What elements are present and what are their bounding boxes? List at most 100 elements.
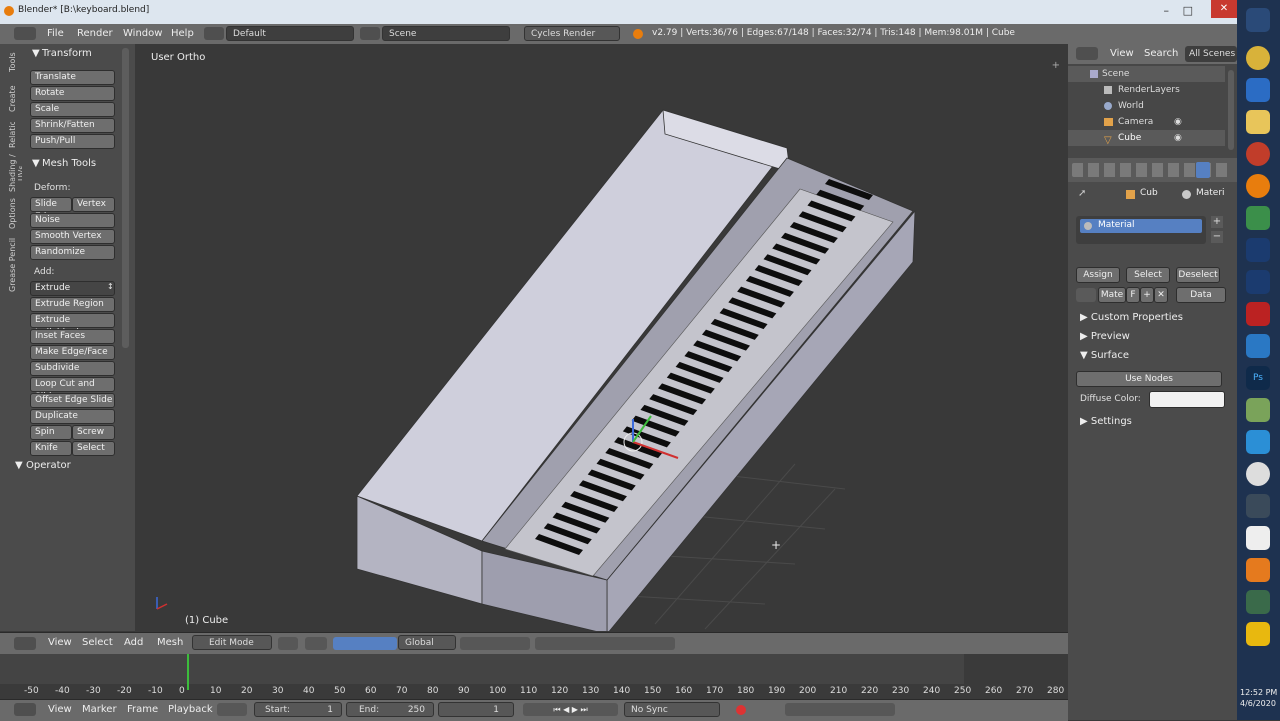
push-pull-button[interactable]: Push/Pull — [30, 134, 115, 149]
outliner-row-cube[interactable]: ▽ Cube ◉ — [1068, 130, 1225, 146]
start-frame-field[interactable]: Start: 1 — [254, 702, 342, 717]
search-icon[interactable] — [1246, 494, 1270, 518]
remove-slot-button[interactable]: − — [1211, 231, 1223, 243]
clock-date[interactable]: 4/6/2020 — [1240, 699, 1276, 708]
outliner-row-renderlayers[interactable]: RenderLayers — [1068, 82, 1225, 98]
app-icon[interactable] — [1246, 334, 1270, 358]
app-icon[interactable] — [1246, 398, 1270, 422]
operator-header[interactable]: Operator — [26, 460, 71, 471]
tab-create[interactable]: Create — [8, 82, 22, 116]
steam-icon[interactable] — [1246, 238, 1270, 262]
app-icon[interactable] — [1246, 206, 1270, 230]
fake-user-button[interactable]: F — [1126, 287, 1140, 303]
playback-controls[interactable]: ⏮ ◀ ▶ ⏭ — [523, 703, 618, 716]
preview-panel[interactable]: ▶ Preview — [1080, 331, 1130, 342]
knife-button[interactable]: Knife — [30, 441, 72, 456]
media-player-icon[interactable] — [1246, 78, 1270, 102]
tab-grease-pencil[interactable]: Grease Pencil — [8, 236, 22, 294]
extrude-region-button[interactable]: Extrude Region — [30, 297, 115, 312]
breadcrumb-object[interactable]: Cub — [1140, 188, 1158, 198]
outliner-menu-search[interactable]: Search — [1144, 48, 1178, 59]
app-icon[interactable] — [1246, 590, 1270, 614]
rotate-button[interactable]: Rotate — [30, 86, 115, 101]
editor-type-icon[interactable] — [14, 637, 36, 650]
scene-field[interactable]: Scene — [382, 26, 510, 41]
screw-button[interactable]: Screw — [72, 425, 115, 440]
unlink-material-button[interactable]: ✕ — [1154, 287, 1168, 303]
outliner-menu-view[interactable]: View — [1110, 48, 1134, 59]
scale-button[interactable]: Scale — [30, 102, 115, 117]
deselect-button[interactable]: Deselect — [1176, 267, 1220, 283]
menu-help[interactable]: Help — [171, 28, 194, 39]
vp-menu-mesh[interactable]: Mesh — [157, 637, 183, 648]
scene-icon[interactable] — [360, 27, 380, 40]
playhead[interactable] — [187, 654, 189, 690]
material-tab-icon[interactable] — [1196, 162, 1210, 178]
sync-dropdown[interactable]: No Sync — [624, 702, 720, 717]
minimize-button[interactable]: – — [1164, 4, 1170, 17]
data-link-dropdown[interactable]: Data — [1176, 287, 1226, 303]
transform-header[interactable]: Transform — [42, 48, 92, 59]
orientation-dropdown[interactable]: Global — [398, 635, 456, 650]
randomize-button[interactable]: Randomize — [30, 245, 115, 260]
tl-menu-view[interactable]: View — [48, 704, 72, 715]
outliner-scrollbar[interactable] — [1228, 70, 1234, 150]
app-icon[interactable] — [1246, 462, 1270, 486]
record-icon[interactable] — [736, 705, 746, 715]
chrome-icon[interactable] — [1246, 46, 1270, 70]
visibility-eye-icon[interactable]: ◉ — [1174, 130, 1182, 146]
app-icon[interactable] — [1246, 526, 1270, 550]
editor-type-icon[interactable] — [14, 27, 36, 40]
menu-file[interactable]: File — [47, 28, 64, 39]
timeline[interactable]: -50 -40 -30 -20 -10 0 10 20 30 40 50 60 70 80 90 100 110… — [0, 654, 1068, 700]
loop-cut-button[interactable]: Loop Cut and Slide — [30, 377, 115, 402]
keying-set-field[interactable] — [785, 703, 895, 716]
material-browse-icon[interactable] — [1076, 288, 1096, 302]
viewport-corner-plus-icon[interactable]: + — [1052, 60, 1060, 71]
tl-menu-playback[interactable]: Playback — [168, 704, 213, 715]
outliner-display-dropdown[interactable]: All Scenes — [1185, 46, 1237, 62]
outliner-editor-icon[interactable] — [1076, 47, 1098, 60]
layer-buttons[interactable] — [460, 637, 530, 650]
file-explorer-icon[interactable] — [1246, 110, 1270, 134]
custom-properties-panel[interactable]: ▶ Custom Properties — [1080, 312, 1183, 323]
pin-icon[interactable]: ➚ — [1078, 188, 1086, 199]
tab-options[interactable]: Options — [8, 198, 22, 230]
toolshelf-scrollbar[interactable] — [122, 48, 129, 348]
clock-time[interactable]: 12:52 PM — [1240, 688, 1277, 697]
shrink-fatten-button[interactable]: Shrink/Fatten — [30, 118, 115, 133]
end-frame-field[interactable]: End: 250 — [346, 702, 434, 717]
inset-faces-button[interactable]: Inset Faces — [30, 329, 115, 344]
app-icon[interactable] — [1246, 302, 1270, 326]
steam-icon[interactable] — [1246, 270, 1270, 294]
offset-edge-slide-button[interactable]: Offset Edge Slide — [30, 393, 115, 408]
tab-tools[interactable]: Tools — [8, 50, 22, 74]
render-engine-dropdown[interactable]: Cycles Render — [524, 26, 620, 41]
outliner-row-world[interactable]: World — [1068, 98, 1225, 114]
pivot-icon[interactable] — [305, 637, 327, 650]
app-icon[interactable] — [1246, 430, 1270, 454]
warning-icon[interactable] — [1246, 622, 1270, 646]
menu-render[interactable]: Render — [77, 28, 113, 39]
settings-panel[interactable]: ▶ Settings — [1080, 416, 1132, 427]
spin-button[interactable]: Spin — [30, 425, 72, 440]
outliner-row-scene[interactable]: Scene — [1068, 66, 1225, 82]
visibility-eye-icon[interactable]: ◉ — [1174, 114, 1182, 130]
editor-type-icon[interactable] — [14, 703, 36, 716]
select-button[interactable]: Select — [72, 441, 115, 456]
material-slot-row[interactable]: Material — [1080, 219, 1202, 233]
collapse-arrow-icon[interactable]: ▼ — [32, 48, 40, 59]
preview-range-icon[interactable] — [217, 703, 247, 716]
new-material-button[interactable]: + — [1140, 287, 1154, 303]
extrude-dropdown[interactable]: Extrude — [30, 281, 115, 296]
3d-viewport[interactable]: User Ortho (1) Cube + + — [135, 44, 1068, 631]
current-frame-field[interactable]: 1 — [438, 702, 514, 717]
surface-panel[interactable]: ▼ Surface — [1080, 350, 1129, 361]
make-edge-face-button[interactable]: Make Edge/Face — [30, 345, 115, 360]
menu-window[interactable]: Window — [123, 28, 162, 39]
tab-shading-uvs[interactable]: Shading / UVs — [8, 152, 22, 194]
add-slot-button[interactable]: + — [1211, 216, 1223, 228]
app-icon[interactable] — [1246, 142, 1270, 166]
photoshop-icon[interactable]: Ps — [1246, 366, 1270, 390]
mesh-tools-header[interactable]: Mesh Tools — [42, 158, 96, 169]
